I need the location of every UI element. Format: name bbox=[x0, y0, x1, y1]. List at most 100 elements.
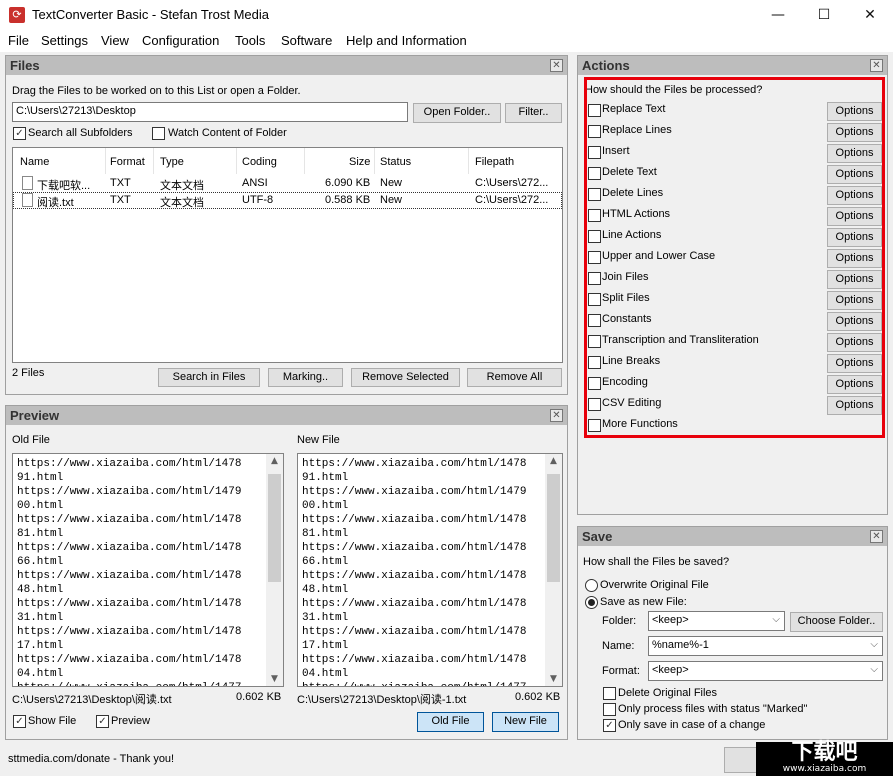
preview-line: 17.html bbox=[302, 640, 349, 652]
remove-selected-button[interactable]: Remove Selected bbox=[351, 368, 460, 387]
format-select[interactable]: <keep> ⌵ bbox=[648, 661, 883, 681]
row-type: 文本文档 bbox=[160, 197, 204, 209]
preview-line: 81.html bbox=[17, 528, 64, 540]
menu-tools[interactable]: Tools bbox=[235, 33, 265, 48]
menu-settings[interactable]: Settings bbox=[41, 33, 88, 48]
text-file-icon bbox=[22, 193, 33, 207]
menu-configuration[interactable]: Configuration bbox=[142, 33, 219, 48]
preview-panel-close-icon[interactable]: ✕ bbox=[550, 409, 563, 422]
text-file-icon bbox=[22, 176, 33, 190]
column-header-filepath[interactable]: Filepath bbox=[475, 156, 514, 168]
watch-folder-label: Watch Content of Folder bbox=[168, 127, 287, 139]
column-divider bbox=[374, 148, 375, 174]
scroll-thumb[interactable] bbox=[547, 474, 560, 582]
preview-checkbox-label: Preview bbox=[111, 715, 151, 727]
show-file-checkbox[interactable]: ✓ bbox=[13, 715, 26, 728]
search-subfolders-label: Search all Subfolders bbox=[28, 127, 133, 139]
status-bar-text[interactable]: sttmedia.com/donate - Thank you! bbox=[8, 753, 174, 765]
search-subfolders-checkbox[interactable]: ✓ bbox=[13, 127, 26, 140]
preview-checkbox[interactable]: ✓ bbox=[96, 715, 109, 728]
preview-line: https://www.xiazaiba.com/html/1479 bbox=[302, 486, 527, 498]
row-type: 文本文档 bbox=[160, 180, 204, 192]
preview-line: 31.html bbox=[302, 612, 349, 624]
new-file-button[interactable]: New File bbox=[492, 712, 559, 732]
remove-all-button[interactable]: Remove All bbox=[467, 368, 562, 387]
menu-file[interactable]: File bbox=[8, 33, 29, 48]
preview-line: https://www.xiazaiba.com/html/1478 bbox=[302, 570, 527, 582]
column-header-type[interactable]: Type bbox=[160, 156, 184, 168]
old-preview-scrollbar[interactable]: ▲ ▼ bbox=[266, 454, 283, 686]
scroll-up-icon[interactable]: ▲ bbox=[266, 456, 283, 466]
folder-value: <keep> bbox=[652, 614, 689, 626]
old-file-button[interactable]: Old File bbox=[417, 712, 484, 732]
new-file-size: 0.602 KB bbox=[515, 691, 561, 703]
old-file-path: C:\Users\27213\Desktop\阅读.txt bbox=[12, 694, 172, 706]
preview-line: https://www.xiazaiba.com/html/1478 bbox=[17, 626, 242, 638]
format-value: <keep> bbox=[652, 664, 689, 676]
folder-path-input[interactable]: C:\Users\27213\Desktop bbox=[12, 102, 408, 122]
row-coding: UTF-8 bbox=[242, 194, 274, 206]
new-file-text: https://www.xiazaiba.com/html/1478 91.htm… bbox=[298, 454, 562, 686]
save-new-radio[interactable] bbox=[585, 596, 598, 609]
column-header-format[interactable]: Format bbox=[110, 156, 145, 168]
column-header-size[interactable]: Size bbox=[349, 156, 370, 168]
file-list[interactable]: Name Format Type Coding Size Status File… bbox=[12, 147, 563, 363]
choose-folder-button[interactable]: Choose Folder.. bbox=[790, 612, 883, 632]
actions-panel-close-icon[interactable]: ✕ bbox=[870, 59, 883, 72]
overwrite-radio[interactable] bbox=[585, 579, 598, 592]
row-name: 阅读.txt bbox=[37, 197, 74, 209]
search-in-files-button[interactable]: Search in Files bbox=[158, 368, 260, 387]
old-file-label: Old File bbox=[12, 434, 50, 446]
table-row[interactable]: 下载吧软... TXT 文本文档 ANSI 6.090 KB New C:\Us… bbox=[13, 175, 562, 192]
menu-view[interactable]: View bbox=[101, 33, 129, 48]
preview-line: https://www.xiazaiba.com/html/1477 bbox=[298, 681, 562, 686]
preview-panel: Preview ✕ Old File New File https://www.… bbox=[5, 405, 568, 740]
highlight-box bbox=[584, 77, 885, 438]
files-panel: Files ✕ Drag the Files to be worked on t… bbox=[5, 55, 568, 395]
row-size: 6.090 KB bbox=[325, 177, 371, 189]
only-marked-checkbox[interactable] bbox=[603, 703, 616, 716]
new-file-label: New File bbox=[297, 434, 340, 446]
save-panel: Save ✕ How shall the Files be saved? Ove… bbox=[577, 526, 888, 740]
open-folder-button[interactable]: Open Folder.. bbox=[413, 103, 501, 123]
column-header-name[interactable]: Name bbox=[20, 156, 49, 168]
row-size: 0.588 KB bbox=[325, 194, 371, 206]
new-file-path: C:\Users\27213\Desktop\阅读-1.txt bbox=[297, 694, 467, 706]
watch-folder-checkbox[interactable] bbox=[152, 127, 165, 140]
menu-help[interactable]: Help and Information bbox=[346, 33, 467, 48]
scroll-down-icon[interactable]: ▼ bbox=[545, 674, 562, 684]
close-button[interactable]: ✕ bbox=[847, 0, 893, 30]
save-panel-close-icon[interactable]: ✕ bbox=[870, 530, 883, 543]
folder-label: Folder: bbox=[602, 615, 637, 627]
scroll-down-icon[interactable]: ▼ bbox=[266, 674, 283, 684]
save-panel-title: Save bbox=[578, 527, 887, 546]
table-row[interactable]: 阅读.txt TXT 文本文档 UTF-8 0.588 KB New C:\Us… bbox=[13, 192, 562, 209]
new-preview-scrollbar[interactable]: ▲ ▼ bbox=[545, 454, 562, 686]
preview-line: 91.html bbox=[17, 472, 64, 484]
column-header-coding[interactable]: Coding bbox=[242, 156, 277, 168]
only-marked-label: Only process files with status "Marked" bbox=[618, 703, 808, 715]
maximize-button[interactable]: ☐ bbox=[801, 0, 847, 30]
scroll-thumb[interactable] bbox=[268, 474, 281, 582]
files-panel-close-icon[interactable]: ✕ bbox=[550, 59, 563, 72]
column-divider bbox=[468, 148, 469, 174]
folder-select[interactable]: <keep> ⌵ bbox=[648, 611, 785, 631]
marking-button[interactable]: Marking.. bbox=[268, 368, 343, 387]
menu-software[interactable]: Software bbox=[281, 33, 332, 48]
new-file-preview[interactable]: https://www.xiazaiba.com/html/1478 91.htm… bbox=[297, 453, 563, 687]
only-changed-checkbox[interactable]: ✓ bbox=[603, 719, 616, 732]
scroll-up-icon[interactable]: ▲ bbox=[545, 456, 562, 466]
preview-line: https://www.xiazaiba.com/html/1478 bbox=[17, 598, 242, 610]
filter-button[interactable]: Filter.. bbox=[505, 103, 562, 123]
column-header-status[interactable]: Status bbox=[380, 156, 411, 168]
preview-line: https://www.xiazaiba.com/html/1478 bbox=[17, 514, 242, 526]
preview-line: 66.html bbox=[17, 556, 64, 568]
preview-line: https://www.xiazaiba.com/html/1477 bbox=[13, 681, 283, 686]
preview-line: https://www.xiazaiba.com/html/1478 bbox=[302, 514, 527, 526]
old-file-preview[interactable]: https://www.xiazaiba.com/html/1478 91.htm… bbox=[12, 453, 284, 687]
menu-bar: File Settings View Configuration Tools S… bbox=[0, 30, 893, 52]
name-combo[interactable]: %name%-1 ⌵ bbox=[648, 636, 883, 656]
minimize-button[interactable]: — bbox=[755, 0, 801, 30]
delete-original-checkbox[interactable] bbox=[603, 687, 616, 700]
row-status: New bbox=[380, 177, 403, 189]
